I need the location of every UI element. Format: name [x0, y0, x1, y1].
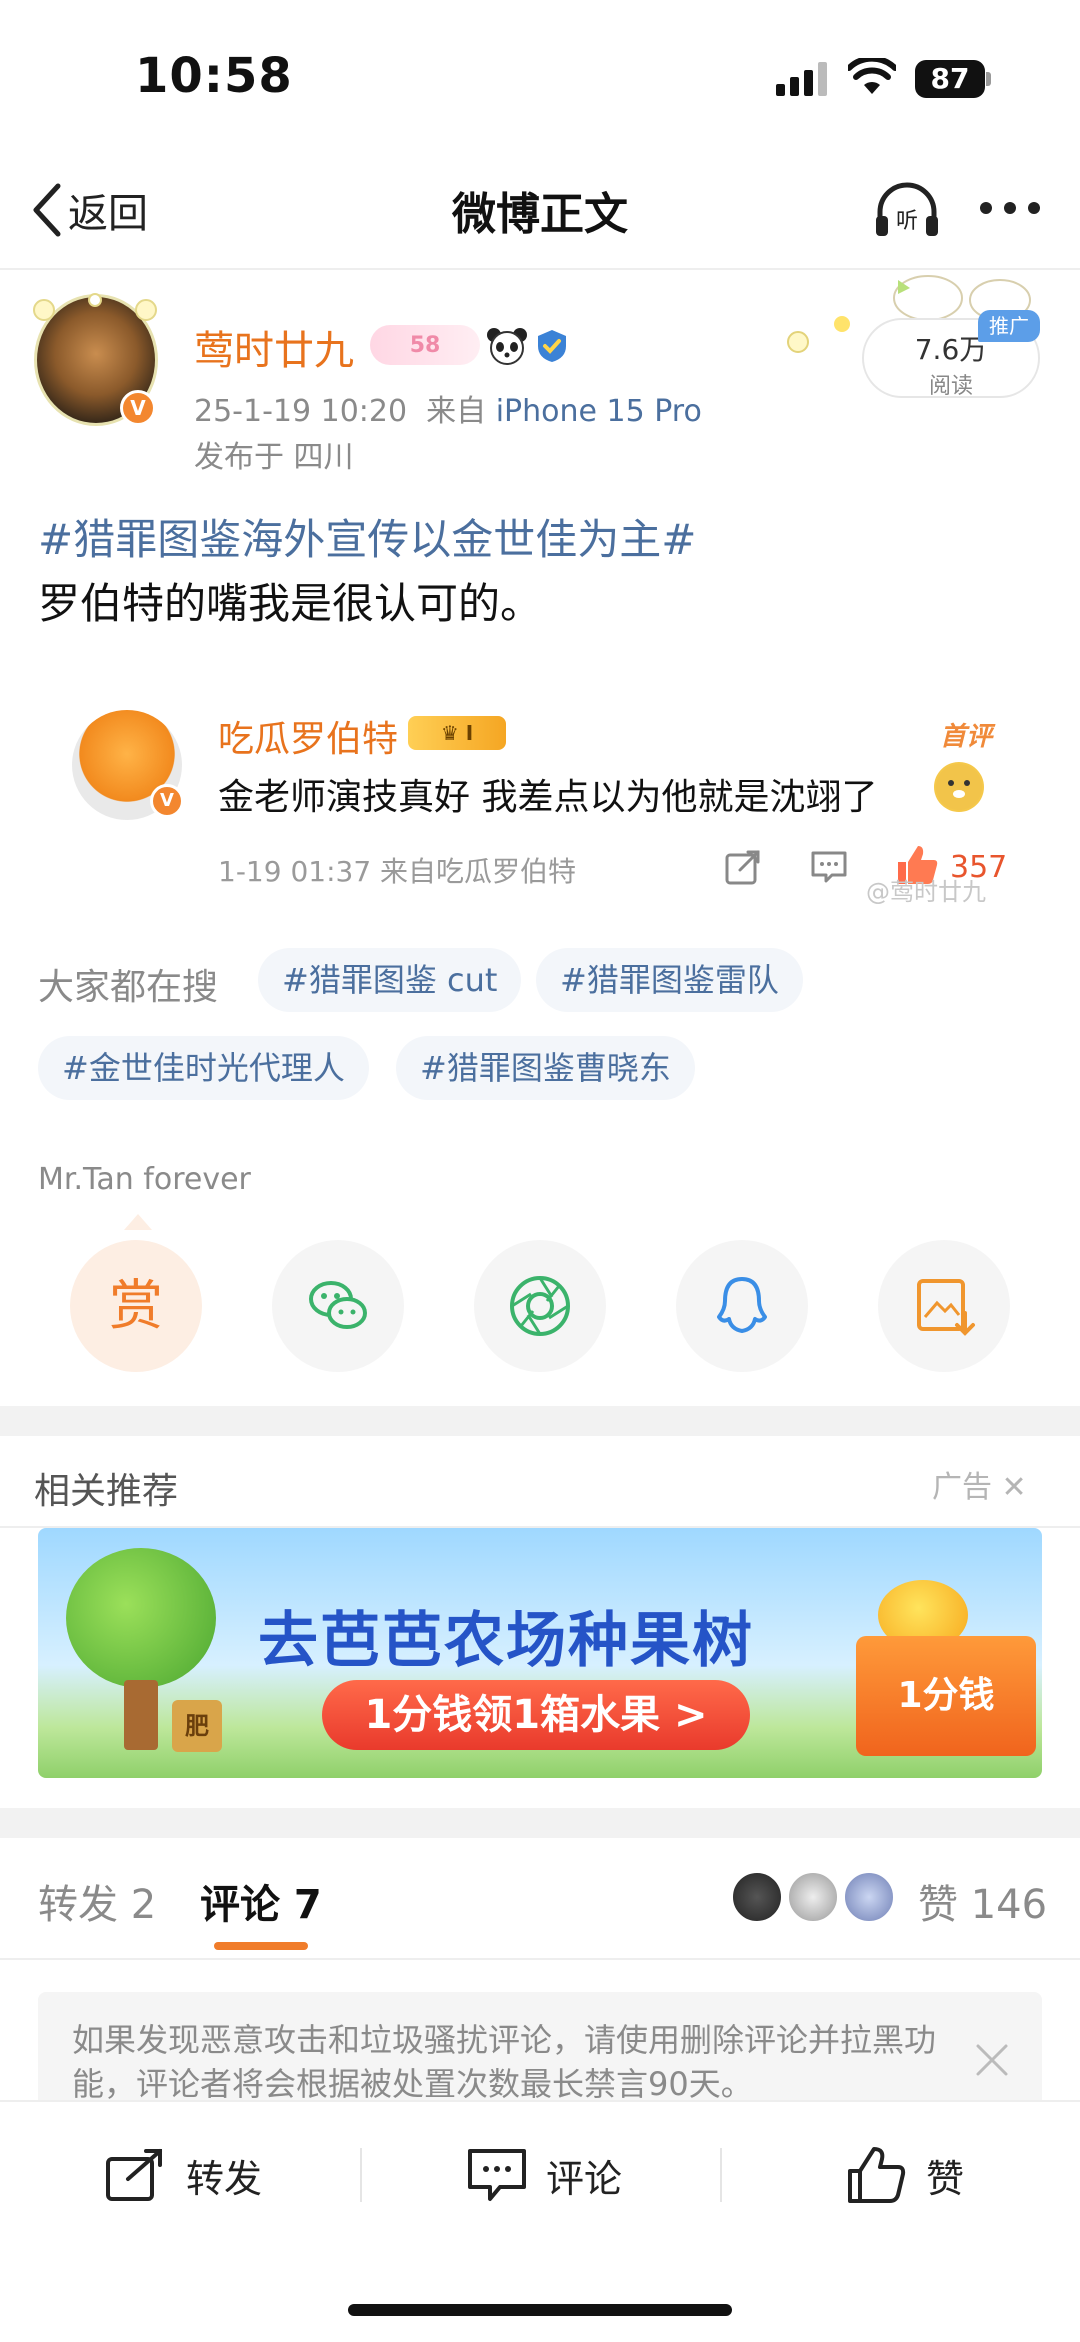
crown-icon: ♛ — [440, 721, 459, 745]
share-icon[interactable] — [724, 848, 762, 886]
post-source[interactable]: iPhone 15 Pro — [496, 394, 702, 429]
battery-nub — [986, 72, 991, 86]
bottom-bar-separator — [360, 2148, 362, 2202]
comment-text: 金老师演技真好 我差点以为他就是沈翊了 — [218, 777, 878, 818]
tab-divider — [0, 1958, 1080, 1960]
avatar — [730, 1870, 784, 1924]
moments-aperture-icon — [510, 1276, 570, 1336]
share-qq-button[interactable] — [676, 1240, 808, 1372]
read-label: 阅读 — [928, 374, 973, 399]
tagline-pointer — [124, 1214, 152, 1230]
level-badge[interactable]: 58 — [370, 325, 480, 365]
commenter-badge-label: I — [465, 721, 474, 745]
watermark: @莺时廿九 — [866, 878, 986, 906]
bottom-bar-separator — [720, 2148, 722, 2202]
notice-text: 如果发现恶意攻击和垃圾骚扰评论，请使用删除评论并拉黑功能，评论者将会根据被处置次… — [72, 2021, 937, 2103]
reward-button[interactable]: 赏 — [70, 1240, 202, 1372]
save-image-icon — [917, 1279, 975, 1336]
like-button[interactable]: 赞 — [846, 2140, 964, 2210]
comment-button[interactable]: 评论 — [466, 2140, 622, 2210]
close-icon: ✕ — [1001, 1470, 1027, 1505]
post-topic-link[interactable]: #猎罪图鉴海外宣传以金世佳为主# — [38, 506, 696, 567]
repost-button[interactable]: 转发 — [104, 2140, 262, 2210]
post-timestamp: 25-1-19 10:20 — [194, 394, 408, 429]
post-location: 发布于 四川 — [194, 440, 354, 475]
trending-chip[interactable]: #金世佳时光代理人 — [38, 1036, 369, 1100]
ad-dismiss[interactable]: 广告 ✕ — [932, 1462, 1027, 1506]
ad-cta-button[interactable]: 1分钱领1箱水果 > — [322, 1680, 750, 1750]
share-wechat-button[interactable] — [272, 1240, 404, 1372]
tab-likes[interactable]: 赞 146 — [918, 1872, 1047, 1930]
tree-trunk-illustration — [124, 1680, 158, 1750]
trending-chip[interactable]: #猎罪图鉴 cut — [258, 948, 522, 1012]
trending-chip[interactable]: #猎罪图鉴曹晓东 — [396, 1036, 695, 1100]
ad-title: 去芭芭农场种果树 — [258, 1606, 754, 1676]
section-separator — [0, 1808, 1080, 1838]
author-name[interactable]: 莺时廿九 — [194, 318, 354, 376]
comment-icon[interactable] — [810, 850, 848, 884]
commenter-name[interactable]: 吃瓜罗伯特 — [218, 710, 398, 762]
share-moments-button[interactable] — [474, 1240, 606, 1372]
repost-label: 转发 — [186, 2156, 263, 2201]
promo-tag[interactable]: 推广 — [978, 310, 1040, 342]
repost-icon — [106, 2149, 162, 2201]
svg-text:听: 听 — [896, 209, 918, 234]
tab-repost[interactable]: 转发 2 — [38, 1872, 156, 1930]
comment-label: 评论 — [546, 2156, 623, 2201]
active-tab-indicator — [214, 1942, 308, 1950]
commenter-fan-badge[interactable]: ♛ I — [408, 716, 506, 750]
trending-chip[interactable]: #猎罪图鉴雷队 — [536, 948, 803, 1012]
section-separator — [0, 1406, 1080, 1436]
panda-icon[interactable] — [486, 326, 528, 366]
liker-avatars[interactable] — [730, 1870, 900, 1926]
wifi-icon — [848, 58, 896, 94]
signal-icon — [776, 62, 827, 96]
avatar — [842, 1870, 896, 1924]
more-icon[interactable] — [978, 200, 1042, 216]
reward-tagline: Mr.Tan forever — [38, 1162, 251, 1197]
ad-fruit-box: 1分钱 — [856, 1636, 1036, 1756]
fertilizer-bucket: 肥 — [172, 1700, 222, 1752]
headphones-listen-icon[interactable]: 听 — [872, 180, 942, 240]
close-icon[interactable] — [972, 2040, 1012, 2080]
status-time: 10:58 — [135, 48, 293, 104]
post-meta: 25-1-19 10:20 来自 iPhone 15 Pro — [194, 386, 702, 430]
post-text: 罗伯特的嘴我是很认可的。 — [38, 579, 543, 628]
vip-shield-icon[interactable] — [534, 328, 570, 364]
thumbs-up-icon — [848, 2147, 906, 2203]
comment-icon — [468, 2149, 526, 2201]
trending-label: 大家都在搜 — [38, 967, 219, 1008]
wechat-icon — [309, 1281, 367, 1329]
ad-label: 广告 — [932, 1470, 992, 1505]
battery-indicator: 87 — [915, 60, 985, 98]
doge-emoji-icon — [934, 762, 984, 812]
first-review-tag: 首评 — [940, 722, 993, 752]
qq-penguin-icon — [717, 1277, 767, 1333]
commenter-verified-icon: V — [150, 784, 184, 818]
avatar — [786, 1870, 840, 1924]
save-image-button[interactable] — [878, 1240, 1010, 1372]
home-indicator[interactable] — [348, 2304, 732, 2316]
post-source-prefix: 来自 — [426, 394, 487, 429]
avatar-frame-flower-icon — [33, 293, 157, 321]
comment-meta: 1-19 01:37 来自吃瓜罗伯特 — [218, 855, 577, 888]
tab-comment[interactable]: 评论 7 — [200, 1872, 322, 1930]
tree-illustration-icon — [66, 1548, 216, 1688]
verified-badge-icon: V — [120, 390, 156, 426]
like-label: 赞 — [926, 2156, 965, 2201]
related-title: 相关推荐 — [34, 1471, 179, 1512]
